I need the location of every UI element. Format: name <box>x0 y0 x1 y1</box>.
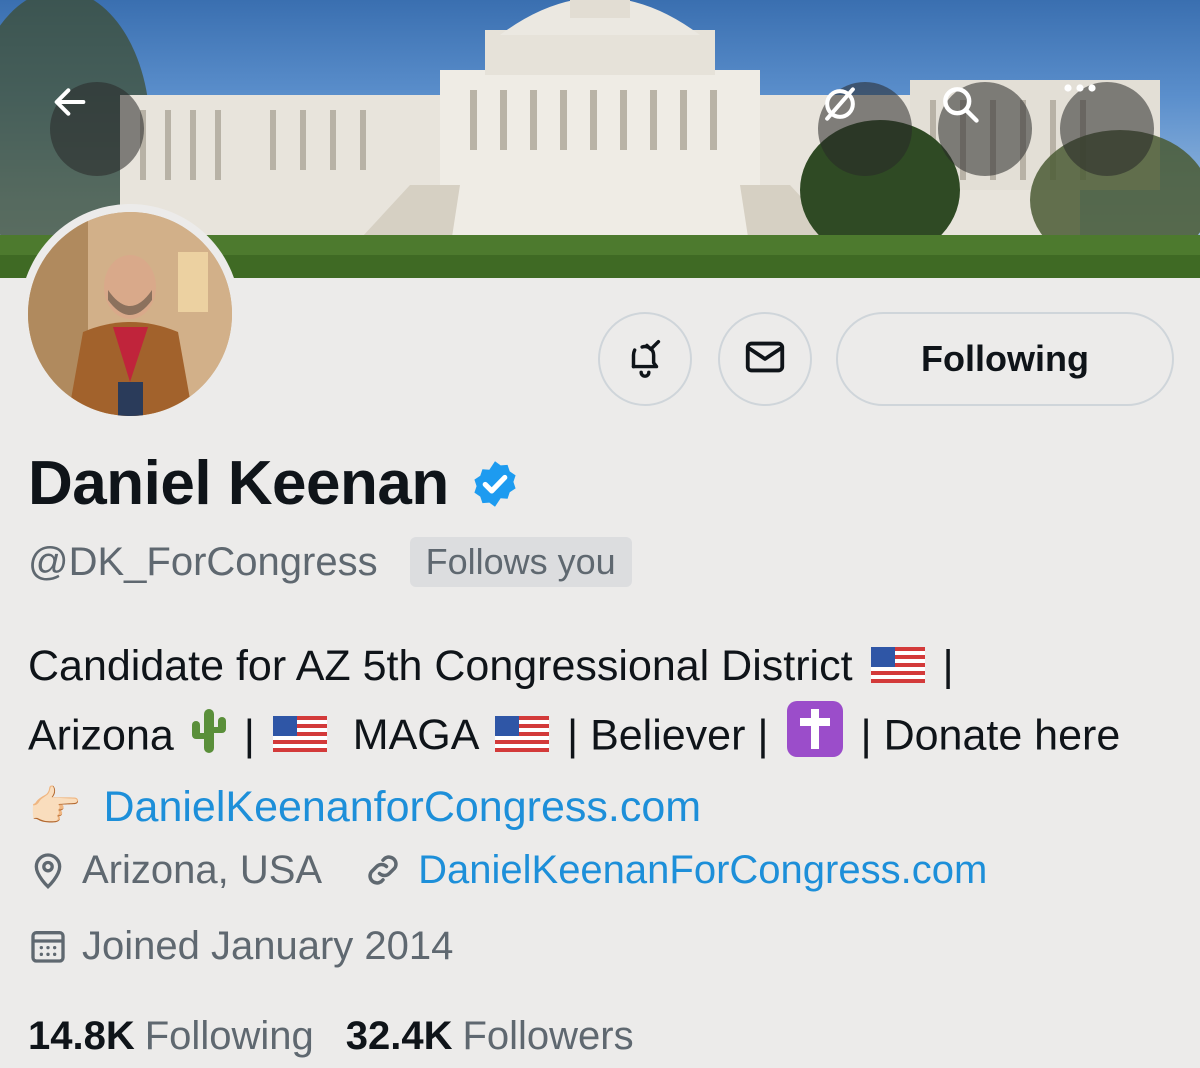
back-button[interactable] <box>50 82 144 176</box>
following-button[interactable]: Following <box>836 312 1174 406</box>
more-button[interactable] <box>1060 82 1154 176</box>
profile-page: Following Daniel Keenan @DK_ForCongress … <box>0 0 1200 1068</box>
joined-row: Joined January 2014 <box>28 916 453 976</box>
followers-stat[interactable]: 32.4K Followers <box>346 1014 634 1059</box>
message-button[interactable] <box>718 312 812 406</box>
bio-line-3: 👉🏻 DanielKeenanforCongress.com <box>28 775 1188 839</box>
bio-text-1: Candidate for AZ 5th Congressional Distr… <box>28 642 853 690</box>
followers-label: Followers <box>462 1013 634 1058</box>
search-button[interactable] <box>938 82 1032 176</box>
bio-separator-2: | <box>243 711 255 759</box>
bio-arizona: Arizona <box>28 711 174 759</box>
cactus-icon <box>188 705 230 771</box>
display-name-text: Daniel Keenan <box>28 449 449 518</box>
following-count: 14.8K <box>28 1013 135 1058</box>
bio: Candidate for AZ 5th Congressional Distr… <box>28 634 1188 839</box>
website-link[interactable]: DanielKeenanForCongress.com <box>418 848 987 893</box>
us-flag-icon <box>495 706 549 770</box>
us-flag-icon <box>272 706 327 770</box>
envelope-icon <box>742 334 788 385</box>
bio-link[interactable]: DanielKeenanforCongress.com <box>104 783 702 831</box>
followers-count: 32.4K <box>345 1013 453 1058</box>
bio-line-2: Arizona | MAGA | Believer | | Donate her… <box>28 700 1188 775</box>
latin-cross-icon <box>786 700 843 775</box>
notifications-button[interactable] <box>598 312 692 406</box>
bio-donate: | Donate here <box>860 711 1121 759</box>
bio-separator: | <box>942 642 954 690</box>
display-name: Daniel Keenan <box>28 448 521 519</box>
location-pin-icon <box>28 848 68 892</box>
joined-date: Joined January 2014 <box>82 923 454 968</box>
location: Arizona, USA <box>82 847 323 892</box>
location-website-row: Arizona, USA DanielKeenanForCongress.com <box>28 840 987 900</box>
link-icon <box>362 849 404 891</box>
bell-check-icon <box>622 334 668 385</box>
handle-row: @DK_ForCongress Follows you <box>28 536 632 588</box>
bio-line-1: Candidate for AZ 5th Congressional Distr… <box>28 634 1188 701</box>
bio-maga: MAGA <box>352 711 478 759</box>
pointing-hand-icon: 👉🏻 <box>28 782 82 831</box>
avatar-image <box>28 212 232 416</box>
verified-badge-icon[interactable] <box>469 458 521 510</box>
follow-stats: 14.8K Following 32.4K Followers <box>28 1008 634 1064</box>
bio-believer: | Believer | <box>566 711 769 759</box>
handle: @DK_ForCongress <box>28 539 378 584</box>
follows-you-badge: Follows you <box>409 537 632 587</box>
following-stat[interactable]: 14.8K Following <box>28 1014 314 1059</box>
calendar-icon <box>28 926 68 966</box>
hide-reposts-button[interactable] <box>818 82 912 176</box>
us-flag-icon <box>870 637 925 701</box>
avatar[interactable] <box>20 204 240 424</box>
following-label: Following <box>144 1013 314 1058</box>
